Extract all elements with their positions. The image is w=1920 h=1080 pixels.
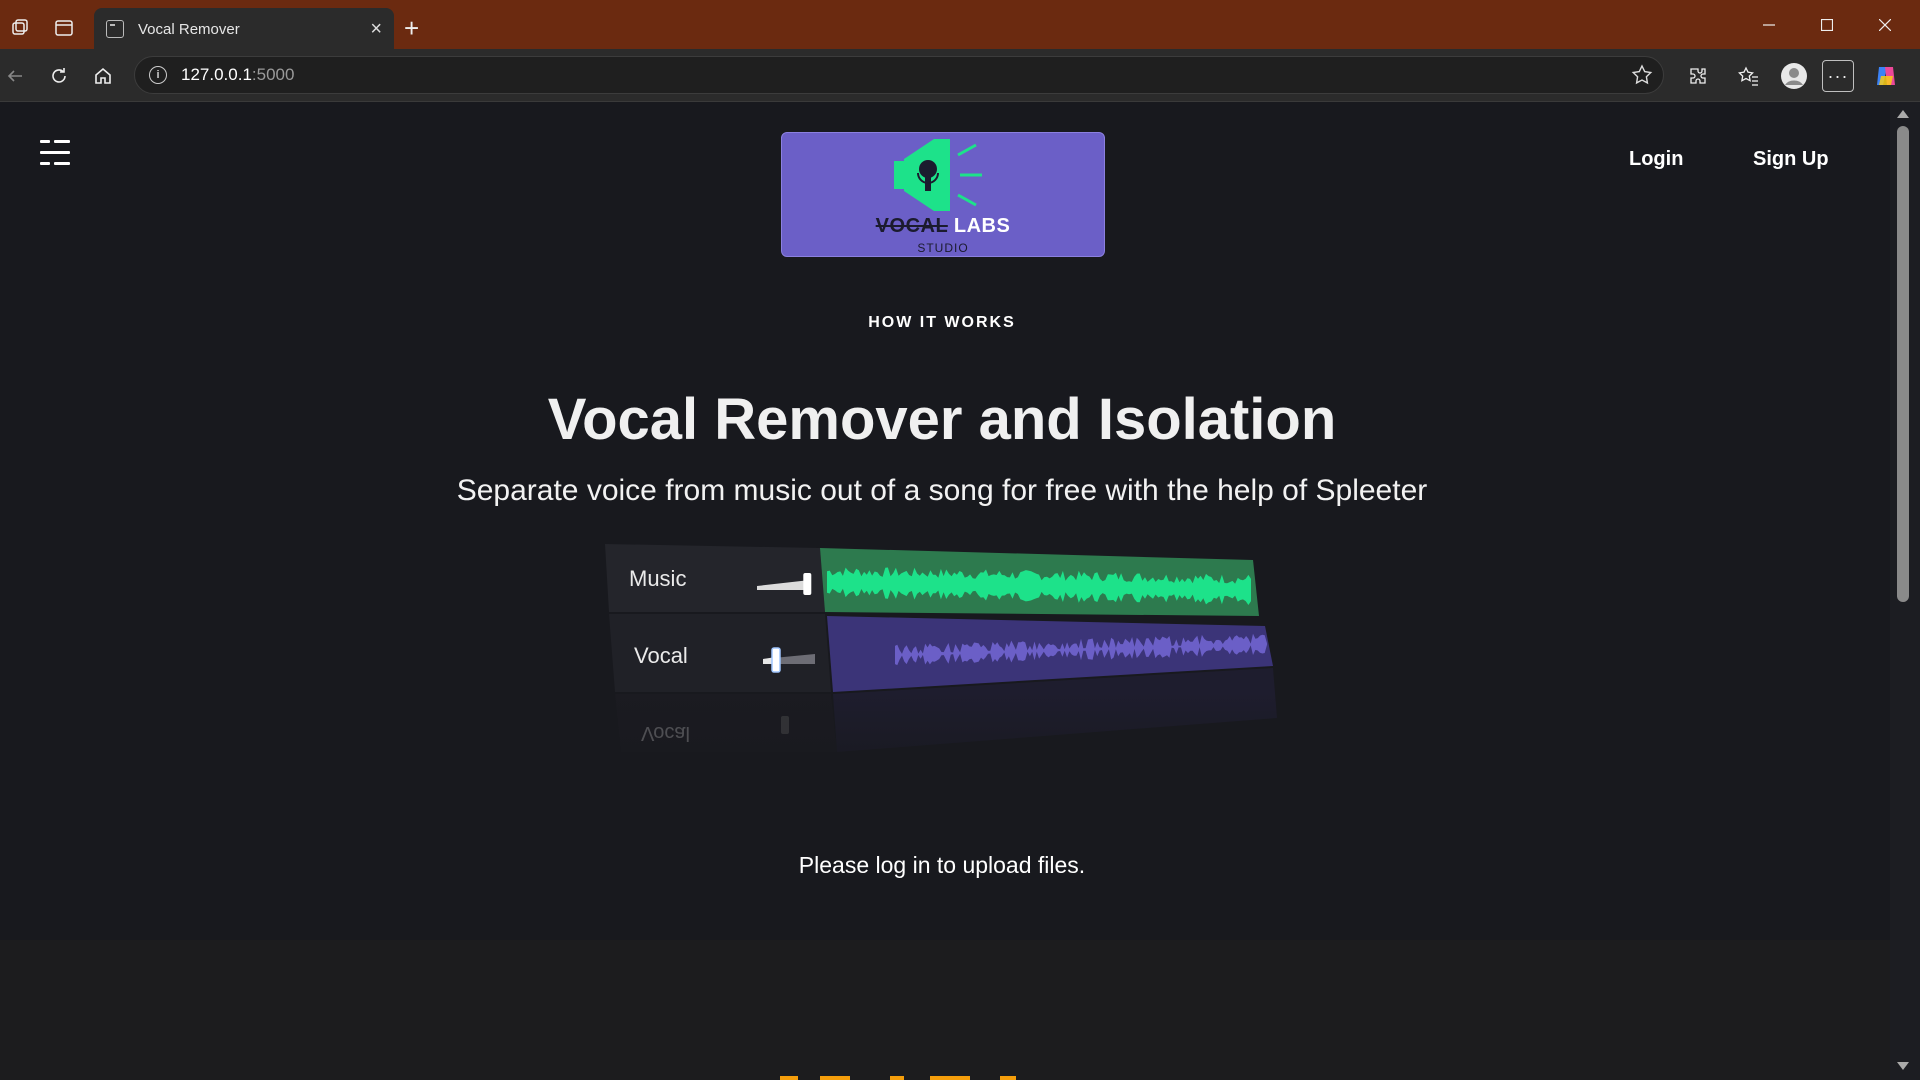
back-arrow-icon[interactable] — [0, 61, 30, 91]
music-track-label: Music — [629, 566, 686, 591]
vertical-tabs-icon[interactable] — [48, 12, 80, 44]
site-info-icon[interactable]: i — [149, 66, 167, 84]
logo-word-labs: LABS — [953, 215, 1011, 237]
signup-link[interactable]: Sign Up — [1753, 148, 1829, 171]
page-scrollbar[interactable] — [1890, 102, 1920, 1080]
next-section — [0, 940, 1890, 1080]
scrollbar-thumb[interactable] — [1897, 126, 1909, 602]
close-tab-icon[interactable]: × — [370, 18, 382, 41]
minimize-icon[interactable] — [1740, 10, 1798, 40]
terminal-favicon-icon — [106, 20, 124, 38]
browser-toolbar: i 127.0.0.1:5000 ··· — [0, 49, 1920, 102]
how-it-works-label: HOW IT WORKS — [868, 314, 1016, 331]
url-host: 127.0.0.1 — [181, 65, 252, 84]
vocal-track-label: Vocal — [634, 643, 688, 668]
browser-titlebar: Vocal Remover × + — [0, 0, 1920, 50]
scroll-up-arrow-icon[interactable] — [1897, 110, 1909, 118]
page-viewport: VOCAL LABS STUDIO Login Sign Up HOW IT W… — [0, 102, 1890, 1080]
browser-tab[interactable]: Vocal Remover × — [94, 8, 394, 50]
profile-avatar-icon[interactable] — [1778, 60, 1810, 92]
maximize-icon[interactable] — [1798, 10, 1856, 40]
hamburger-menu-icon[interactable] — [40, 138, 70, 168]
vocal-reflection-label: Vocal — [641, 722, 690, 744]
logo-subtitle: STUDIO — [917, 241, 969, 255]
address-bar[interactable]: i 127.0.0.1:5000 — [134, 56, 1664, 94]
music-volume-knob — [803, 573, 812, 595]
home-icon[interactable] — [88, 61, 118, 91]
site-logo[interactable]: VOCAL LABS STUDIO — [781, 132, 1105, 257]
page-subtitle: Separate voice from music out of a song … — [456, 474, 1428, 507]
mixer-illustration: Music Vocal Vocal — [605, 544, 1285, 782]
close-window-icon[interactable] — [1856, 10, 1914, 40]
logo-word-vocal: VOCAL — [875, 215, 948, 237]
tab-title: Vocal Remover — [138, 20, 240, 38]
extensions-icon[interactable] — [1682, 60, 1714, 92]
new-tab-icon[interactable]: + — [404, 14, 419, 42]
favorite-star-icon[interactable] — [1631, 64, 1653, 91]
vocal-volume-knob — [771, 647, 781, 673]
workspaces-icon[interactable] — [4, 12, 36, 44]
page-title: Vocal Remover and Isolation — [547, 387, 1337, 452]
login-link[interactable]: Login — [1629, 148, 1683, 171]
next-section-heading-peek — [780, 1076, 1016, 1080]
logo-wordmark: VOCAL LABS — [782, 215, 1104, 238]
refresh-icon[interactable] — [44, 61, 74, 91]
favorites-icon[interactable] — [1732, 60, 1764, 92]
login-required-notice: Please log in to upload files. — [798, 852, 1086, 878]
more-options-icon[interactable]: ··· — [1822, 60, 1854, 92]
scroll-down-arrow-icon[interactable] — [1897, 1062, 1909, 1070]
copilot-icon[interactable] — [1870, 60, 1902, 92]
url-port: :5000 — [251, 65, 295, 84]
megaphone-microphone-icon — [894, 139, 982, 211]
